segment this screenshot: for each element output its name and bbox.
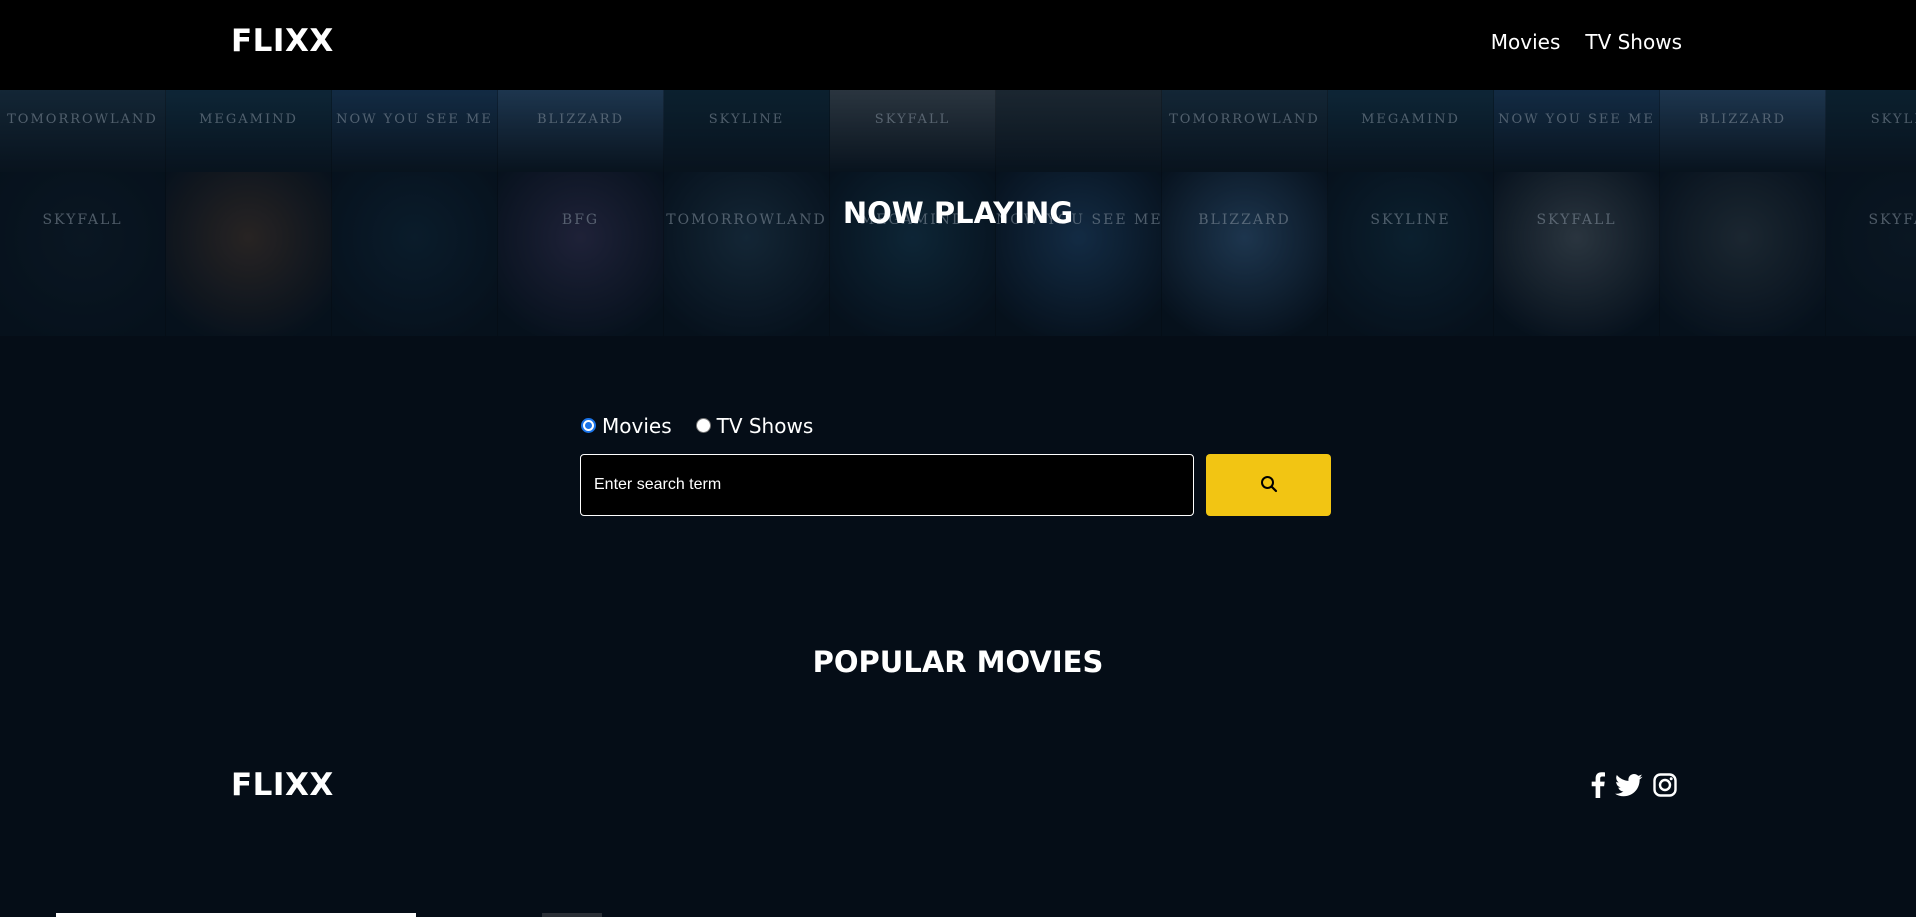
instagram-icon[interactable]	[1653, 773, 1677, 801]
horizontal-scrollbar[interactable]	[0, 910, 1916, 917]
nav-link-tv-shows[interactable]: TV Shows	[1585, 27, 1682, 57]
search-button[interactable]	[1206, 454, 1331, 516]
radio-option-movies[interactable]: Movies	[580, 412, 672, 440]
top-navbar: FLIXX Movies TV Shows	[0, 0, 1916, 90]
radio-tv-shows[interactable]	[695, 417, 711, 433]
main-nav: Movies TV Shows	[1491, 27, 1682, 57]
search-input[interactable]	[580, 454, 1194, 516]
social-links	[1591, 772, 1677, 802]
nav-link-movies[interactable]: Movies	[1491, 27, 1561, 57]
radio-option-tv-shows[interactable]: TV Shows	[695, 412, 814, 440]
radio-movies-label: Movies	[602, 414, 672, 438]
facebook-icon[interactable]	[1591, 772, 1605, 802]
search-row	[580, 454, 1332, 516]
search-type-group: Movies TV Shows	[580, 411, 1332, 441]
scrollbar-thumb[interactable]	[56, 913, 416, 917]
search-icon	[1260, 475, 1278, 496]
now-playing-section: TOMORROWLAND MEGAMIND NOW YOU SEE ME BLIZZA…	[0, 90, 1916, 336]
radio-movies[interactable]	[581, 417, 596, 433]
twitter-icon[interactable]	[1615, 773, 1643, 801]
popular-movies-title: POPULAR MOVIES	[812, 645, 1104, 679]
radio-tv-shows-label: TV Shows	[716, 414, 814, 438]
search-form: Movies TV Shows	[580, 411, 1332, 516]
now-playing-title: NOW PLAYING	[842, 196, 1074, 230]
footer-logo[interactable]: FLIXX	[231, 765, 334, 805]
logo[interactable]: FLIXX	[231, 21, 334, 61]
